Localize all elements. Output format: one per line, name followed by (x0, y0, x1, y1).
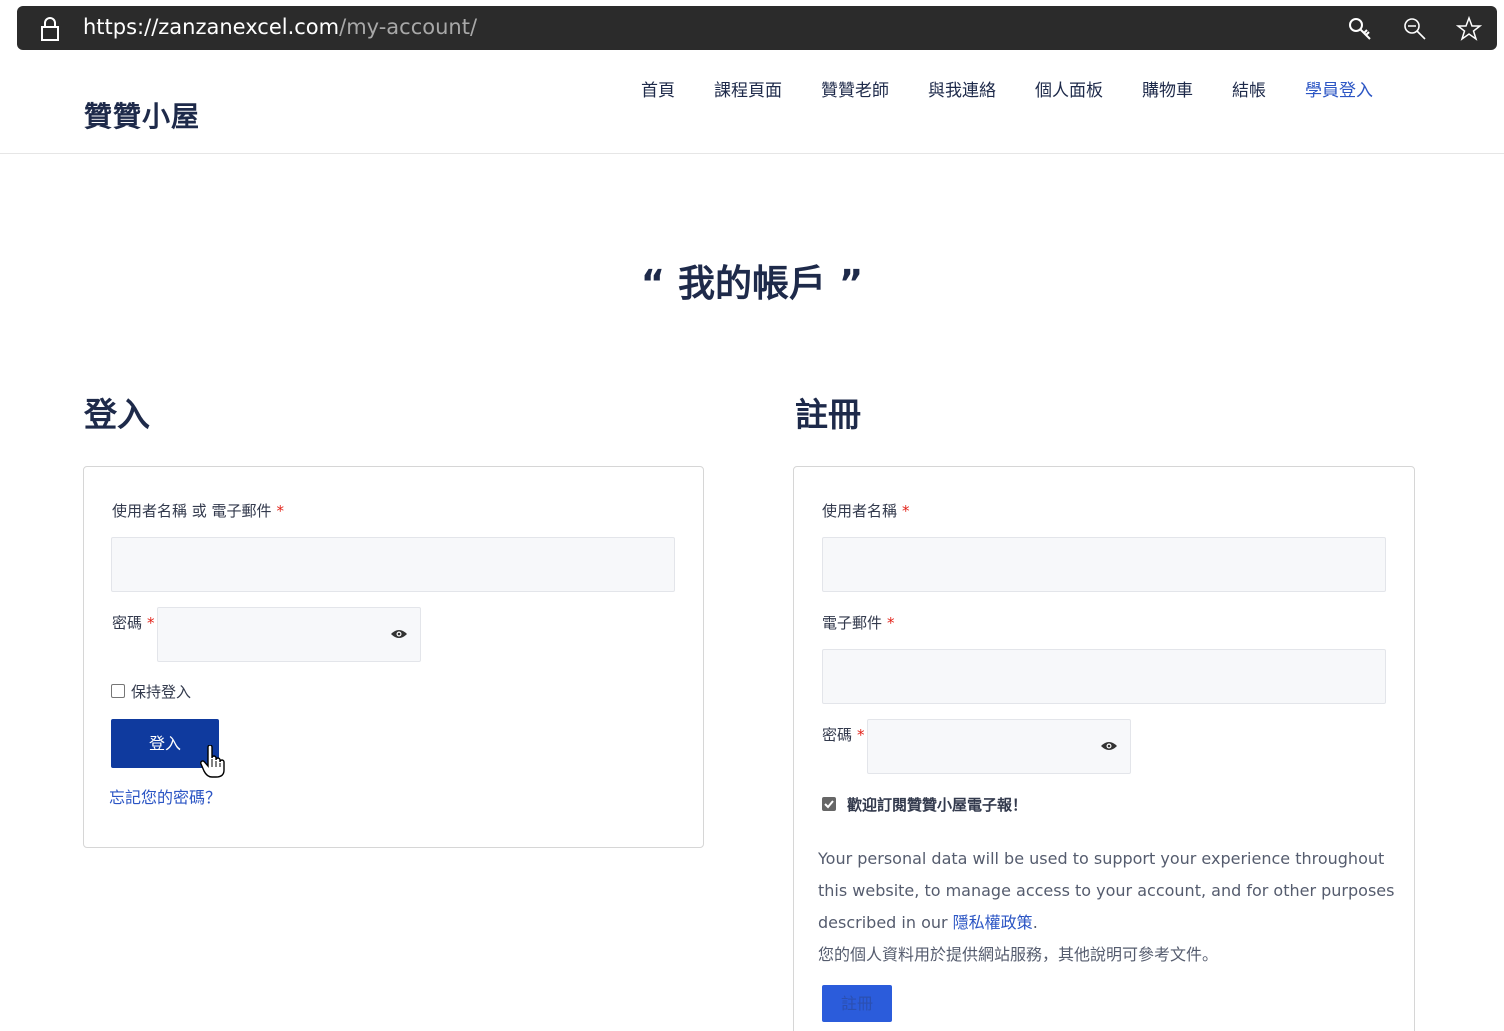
url-path: /my-account/ (339, 15, 478, 39)
key-icon[interactable] (1347, 16, 1373, 42)
register-username-label: 使用者名稱 * (822, 500, 910, 521)
nav-item-cart[interactable]: 購物車 (1142, 76, 1193, 101)
remember-me-checkbox[interactable] (111, 684, 125, 698)
required-mark: * (887, 614, 895, 632)
newsletter-label: 歡迎訂閱贊贊小屋電子報！ (847, 796, 1028, 814)
login-password-label: 密碼 * (112, 612, 155, 633)
required-mark: * (902, 502, 910, 520)
required-mark: * (147, 614, 155, 632)
browser-bar: https://zanzanexcel.com/my-account/ (0, 0, 1504, 57)
show-password-icon[interactable] (1100, 740, 1118, 752)
page-title: “ 我的帳戶 ” (640, 262, 864, 305)
nav-item-dashboard[interactable]: 個人面板 (1035, 76, 1103, 101)
show-password-icon[interactable] (390, 628, 408, 640)
privacy-text: Your personal data will be used to suppo… (818, 849, 1395, 932)
register-button[interactable]: 註冊 (822, 985, 892, 1022)
register-email-label: 電子郵件 * (822, 612, 895, 633)
nav-item-home[interactable]: 首頁 (641, 76, 675, 101)
login-password-label-text: 密碼 (112, 614, 143, 632)
address-bar[interactable]: https://zanzanexcel.com/my-account/ (17, 6, 1497, 50)
register-heading: 註冊 (795, 395, 861, 434)
zoom-out-icon[interactable] (1402, 16, 1428, 42)
remember-me-label: 保持登入 (131, 683, 192, 701)
url-host: https://zanzanexcel.com (83, 15, 340, 39)
required-mark: * (276, 502, 285, 520)
register-password-label-text: 密碼 (822, 726, 853, 744)
url-text[interactable]: https://zanzanexcel.com/my-account/ (83, 15, 477, 39)
privacy-policy-link[interactable]: 隱私權政策 (953, 913, 1033, 932)
privacy-end: . (1032, 913, 1038, 932)
nav-item-courses[interactable]: 課程頁面 (714, 76, 782, 101)
privacy-notice: Your personal data will be used to suppo… (818, 843, 1398, 939)
register-email-input[interactable] (822, 649, 1386, 704)
nav-item-member-login[interactable]: 學員登入 (1305, 76, 1373, 101)
site-title[interactable]: 贊贊小屋 (84, 95, 200, 135)
register-password-input[interactable] (867, 719, 1131, 774)
nav-item-contact[interactable]: 與我連絡 (928, 76, 996, 101)
lock-icon (41, 17, 59, 41)
login-password-input[interactable] (157, 607, 421, 662)
required-mark: * (857, 726, 865, 744)
login-username-input[interactable] (111, 537, 675, 592)
privacy-notice-cn: 您的個人資料用於提供網站服務，其他說明可參考文件。 (818, 945, 1219, 964)
hand-cursor-icon (200, 745, 225, 778)
checkmark-icon (824, 800, 834, 809)
register-username-label-text: 使用者名稱 (822, 502, 898, 520)
register-username-input[interactable] (822, 537, 1386, 592)
forgot-password-link[interactable]: 忘記您的密碼？ (109, 784, 221, 808)
nav-item-checkout[interactable]: 結帳 (1232, 76, 1266, 101)
site-header: 贊贊小屋 首頁 課程頁面 贊贊老師 與我連絡 個人面板 購物車 結帳 學員登入 (0, 57, 1504, 154)
nav-item-teacher[interactable]: 贊贊老師 (821, 76, 889, 101)
main-nav: 首頁 課程頁面 贊贊老師 與我連絡 個人面板 購物車 結帳 學員登入 (641, 76, 1373, 101)
register-email-label-text: 電子郵件 (822, 614, 883, 632)
register-password-label: 密碼 * (822, 724, 865, 745)
login-username-label-text: 使用者名稱 或 電子郵件 (112, 502, 272, 520)
login-username-label: 使用者名稱 或 電子郵件 * (112, 500, 284, 521)
star-icon[interactable] (1456, 16, 1482, 42)
login-heading: 登入 (84, 395, 150, 434)
newsletter-checkbox[interactable] (822, 797, 836, 811)
